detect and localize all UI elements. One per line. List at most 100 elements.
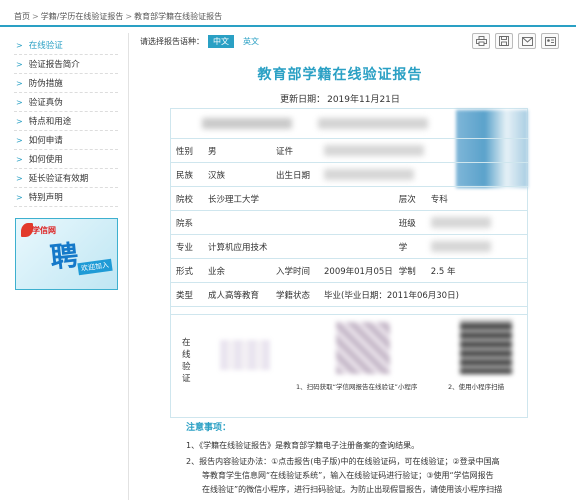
type-value: 成人高等教育: [202, 282, 270, 307]
sidebar-nav: > 在线验证 > 验证报告简介 > 防伪措施 > 验证真伪 > 特点和用途 > 如何申请 >…: [14, 36, 118, 207]
notice-line: 1、《学籍在线验证报告》是教育部学籍电子注册备案的查询结果。: [186, 441, 420, 450]
enroll-label: 入学时间: [270, 258, 318, 283]
class-label: 班级: [392, 210, 425, 235]
notice-title: 注意事项：: [186, 423, 232, 433]
redacted-id: [318, 118, 428, 129]
type-label: 类型: [170, 282, 202, 307]
student-no-label: 学: [392, 234, 425, 259]
sidebar-item-report-intro[interactable]: > 验证报告简介: [14, 55, 118, 74]
banner-subtitle: 欢迎加入: [77, 258, 113, 276]
sidebar-item-anti-fake[interactable]: > 防伪措施: [14, 74, 118, 93]
ethnicity-value: 汉族: [202, 162, 270, 187]
chevron-right-icon: >: [16, 79, 23, 88]
table-row: 专业 计算机应用技术 学: [170, 234, 528, 259]
breadcrumb-verification[interactable]: 学籍/学历在线验证报告: [41, 12, 124, 21]
table-row: 院校 长沙理工大学 层次 专科: [170, 186, 528, 211]
gender-value: 男: [202, 138, 270, 163]
report-title: 教育部学籍在线验证报告: [257, 67, 423, 83]
top-bar: 首页 > 学籍/学历在线验证报告 > 教育部学籍在线验证报告: [0, 0, 576, 28]
banner-logo-text: 学信网: [32, 226, 56, 235]
print-icon: [475, 36, 487, 46]
chevron-right-icon: >: [16, 98, 23, 107]
birth-label: 出生日期: [270, 162, 318, 187]
chevron-right-icon: >: [16, 174, 23, 183]
dept-value: [202, 210, 393, 235]
qr-caption-1: 1、扫码获取“学信网报告在线验证”小程序: [296, 383, 418, 391]
redacted-class: [430, 217, 491, 228]
recruitment-banner[interactable]: 学信网 聘 欢迎加入: [15, 218, 118, 290]
gender-label: 性别: [170, 138, 202, 163]
duration-label: 学制: [392, 258, 425, 283]
breadcrumb: 首页 > 学籍/学历在线验证报告 > 教育部学籍在线验证报告: [14, 12, 223, 21]
mini-program-qr[interactable]: [336, 322, 390, 374]
redacted-birth: [324, 169, 414, 180]
sidebar-item-how-to-use[interactable]: > 如何使用: [14, 150, 118, 169]
form-label: 形式: [170, 258, 202, 283]
online-verify-label: 在线验证: [182, 338, 191, 384]
major-value: 计算机应用技术: [202, 234, 393, 259]
ethnicity-label: 民族: [170, 162, 202, 187]
redacted-name-row: [178, 112, 478, 134]
chevron-right-icon: >: [16, 60, 23, 69]
update-date-label: 更新日期：: [280, 95, 326, 105]
sidebar-item-verify-authenticity[interactable]: > 验证真伪: [14, 93, 118, 112]
scan-qr-code[interactable]: [460, 320, 512, 374]
contact-card-button[interactable]: [541, 33, 559, 49]
sidebar-item-disclaimer[interactable]: > 特别声明: [14, 188, 118, 207]
notice-line: 在线验证”的微信小程序，进行扫码验证。为防止出现假冒报告，请使用该小程序扫描: [202, 485, 503, 494]
major-label: 专业: [170, 234, 202, 259]
table-row: 类型 成人高等教育 学籍状态 毕业(毕业日期：2011年06月30日): [170, 282, 528, 307]
table-row: 性别 男 证件: [170, 138, 528, 163]
save-icon: [499, 36, 509, 46]
class-value: [424, 210, 528, 235]
status-label: 学籍状态: [270, 282, 318, 307]
table-row: 院系 班级: [170, 210, 528, 235]
sidebar-item-how-to-apply[interactable]: > 如何申请: [14, 131, 118, 150]
redacted-name: [202, 118, 292, 129]
level-value: 专科: [424, 186, 528, 211]
lang-option-english[interactable]: 英文: [238, 35, 264, 48]
email-button[interactable]: [518, 33, 536, 49]
chevron-right-icon: >: [16, 193, 23, 202]
update-date-value: 2019年11月21日: [327, 95, 400, 105]
cert-label: 证件: [270, 138, 318, 163]
chevron-right-icon: >: [16, 136, 23, 145]
sidebar-divider: [128, 33, 129, 500]
breadcrumb-home[interactable]: 首页: [14, 12, 30, 21]
email-icon: [521, 36, 533, 46]
header-divider: [0, 25, 576, 27]
notice-line: 2、报告内容验证办法：①点击报告(电子版)中的在线验证码，可在线验证；②登录中国…: [186, 457, 500, 466]
sidebar-item-online-verify[interactable]: > 在线验证: [14, 36, 118, 55]
dept-label: 院系: [170, 210, 202, 235]
chevron-right-icon: >: [16, 41, 23, 50]
school-extra: [318, 186, 393, 211]
table-row: 民族 汉族 出生日期: [170, 162, 528, 187]
birth-value: [318, 162, 528, 187]
level-label: 层次: [392, 186, 425, 211]
update-date: 更新日期： 2019年11月21日: [200, 92, 480, 105]
table-row: 形式 业余 入学时间 2009年01月05日 学制 2.5 年: [170, 258, 528, 283]
sidebar-item-features[interactable]: > 特点和用途: [14, 112, 118, 131]
qr-caption-2: 2、使用小程序扫描: [448, 383, 505, 391]
chevron-right-icon: >: [16, 155, 23, 164]
language-prompt: 请选择报告语种：: [140, 36, 204, 46]
sidebar-item-extend-validity[interactable]: > 延长验证有效期: [14, 169, 118, 188]
form-value: 业余: [202, 258, 270, 283]
status-value: 毕业(毕业日期：2011年06月30日): [318, 282, 528, 307]
redacted-student-no: [430, 241, 491, 252]
chevron-right-icon: >: [16, 117, 23, 126]
save-button[interactable]: [495, 33, 513, 49]
student-info-table: 性别 男 证件 民族 汉族 出生日期 院校 长沙理工大学 层次 专科 院系 班级…: [170, 138, 528, 307]
verify-code-redacted: [220, 340, 270, 370]
school-label: 院校: [170, 186, 202, 211]
language-selector: 请选择报告语种： 中文 英文: [140, 34, 264, 48]
school-value: 长沙理工大学: [202, 186, 318, 211]
print-button[interactable]: [472, 33, 490, 49]
student-no-value: [424, 234, 528, 259]
duration-value: 2.5 年: [424, 258, 528, 283]
contact-card-icon: [544, 36, 556, 46]
cert-value: [318, 138, 528, 163]
lang-option-chinese[interactable]: 中文: [208, 34, 234, 48]
breadcrumb-current: 教育部学籍在线验证报告: [134, 12, 223, 21]
notice-line: 等教育学生信息网“在线验证系统”，输入在线验证码进行验证；③使用“学信网报告: [202, 471, 494, 480]
